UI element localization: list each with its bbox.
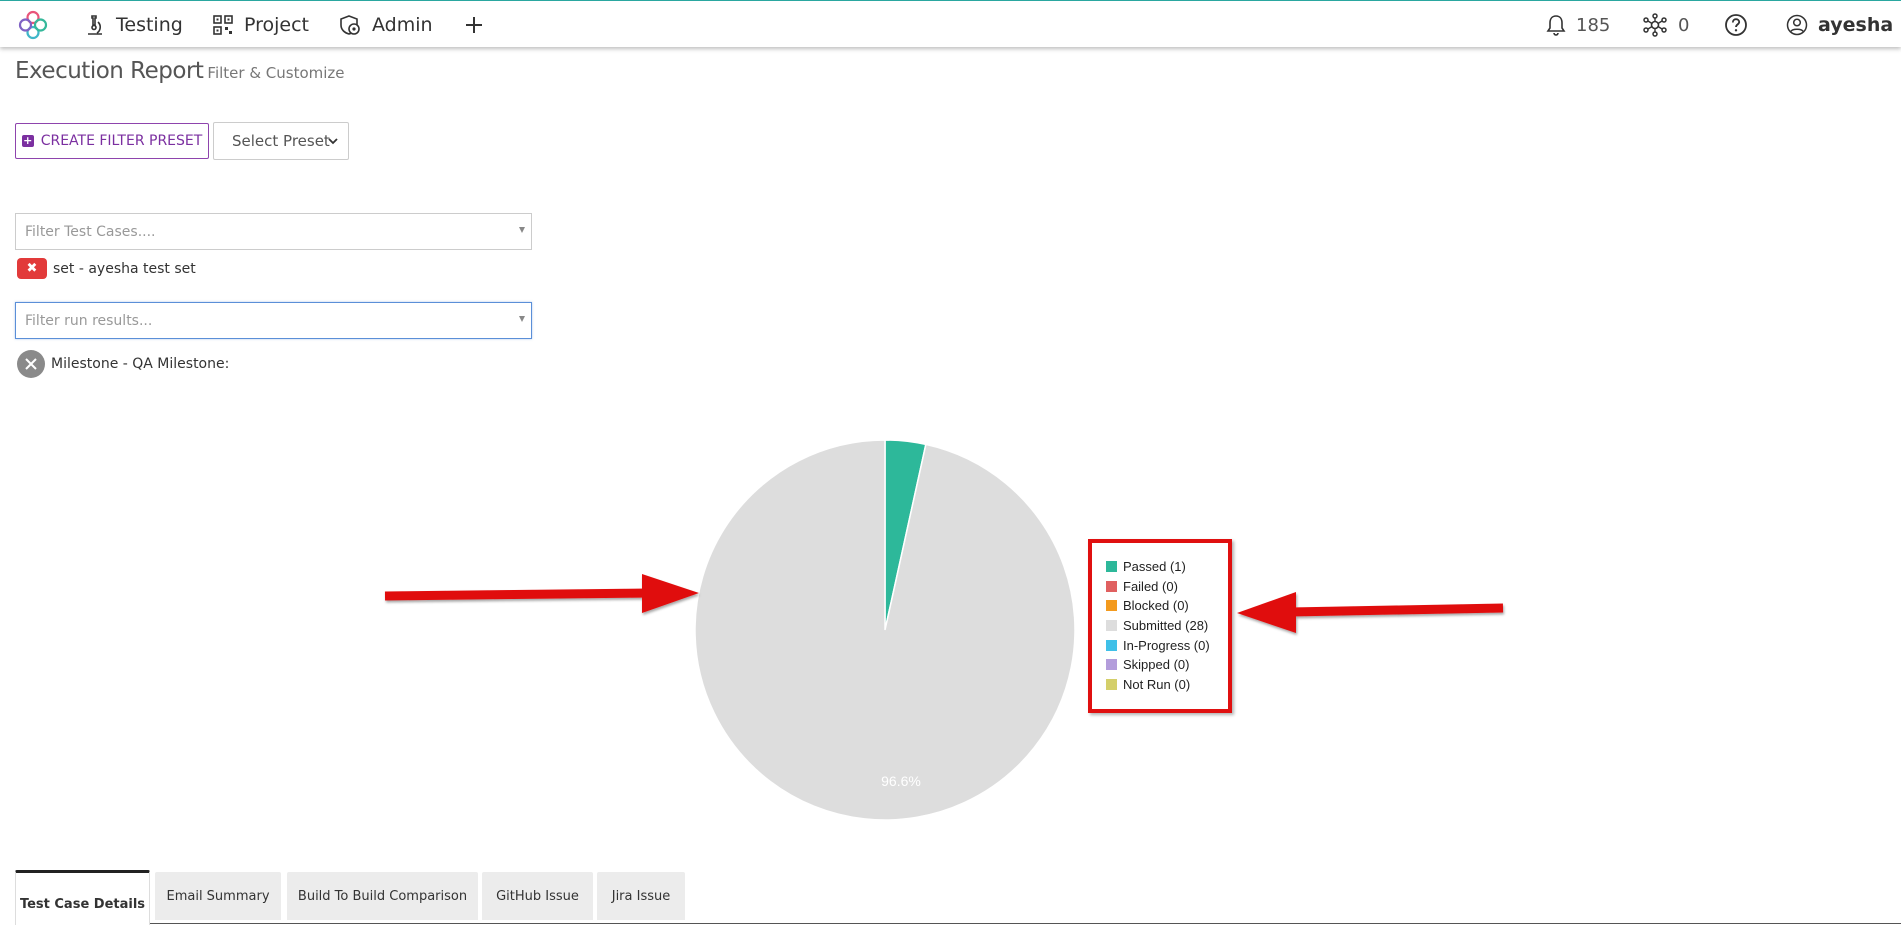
legend-label: In-Progress (0) bbox=[1123, 637, 1210, 653]
legend-label: Failed (0) bbox=[1123, 578, 1178, 594]
nav-admin[interactable]: Admin bbox=[338, 10, 433, 40]
annotation-arrow-right bbox=[1237, 592, 1504, 633]
tabs-baseline bbox=[150, 923, 1901, 924]
legend-item-in-progress[interactable]: In-Progress (0) bbox=[1106, 635, 1228, 655]
legend-item-submitted[interactable]: Submitted (28) bbox=[1106, 616, 1228, 636]
nav-project-label: Project bbox=[244, 14, 310, 36]
pie-slice-submitted[interactable] bbox=[694, 439, 1076, 821]
legend-swatch bbox=[1106, 639, 1117, 651]
legend-label: Skipped (0) bbox=[1123, 657, 1190, 673]
app-logo-icon[interactable] bbox=[17, 9, 49, 41]
notifications-button[interactable]: 185 bbox=[1546, 10, 1610, 40]
nav-project[interactable]: Project bbox=[212, 10, 309, 40]
tab-label: Jira Issue bbox=[611, 888, 671, 904]
legend-item-skipped[interactable]: Skipped (0) bbox=[1106, 655, 1228, 675]
chart-layer: 96.6% bbox=[384, 439, 1504, 821]
user-avatar-icon bbox=[1786, 14, 1808, 36]
legend-item-failed[interactable]: Failed (0) bbox=[1106, 577, 1228, 597]
tab-jira-issue[interactable]: Jira Issue bbox=[597, 872, 685, 920]
user-menu[interactable]: ayesha bbox=[1786, 10, 1893, 40]
tab-label: Email Summary bbox=[166, 888, 270, 904]
gear-shield-icon bbox=[340, 15, 360, 35]
chart-legend: Passed (1) Failed (0) Blocked (0) Submitted… bbox=[1088, 539, 1232, 713]
qr-grid-icon bbox=[213, 15, 233, 35]
legend-swatch bbox=[1106, 620, 1117, 632]
legend-swatch bbox=[1106, 561, 1117, 573]
annotation-arrow-left bbox=[384, 574, 699, 613]
legend-swatch bbox=[1106, 580, 1117, 592]
network-icon bbox=[1643, 13, 1667, 37]
bell-icon bbox=[1546, 15, 1566, 36]
nav-admin-label: Admin bbox=[372, 14, 433, 36]
tab-build-to-build-comparison[interactable]: Build To Build Comparison bbox=[287, 872, 478, 920]
network-button[interactable]: 0 bbox=[1642, 10, 1689, 40]
tab-github-issue[interactable]: GitHub Issue bbox=[482, 872, 593, 920]
user-name: ayesha bbox=[1818, 14, 1894, 36]
pie-slice-label: 96.6% bbox=[881, 773, 921, 789]
notifications-count: 185 bbox=[1576, 14, 1611, 36]
help-button[interactable] bbox=[1724, 10, 1758, 40]
legend-label: Blocked (0) bbox=[1123, 598, 1189, 614]
legend-swatch bbox=[1106, 678, 1117, 690]
top-navbar: Testing Project Admin 185 0 ayesha bbox=[0, 0, 1901, 47]
pie-chart bbox=[694, 439, 1076, 821]
plus-icon bbox=[466, 17, 482, 33]
legend-item-not-run[interactable]: Not Run (0) bbox=[1106, 675, 1228, 695]
microscope-icon bbox=[88, 15, 102, 35]
question-icon bbox=[1725, 14, 1747, 36]
tab-email-summary[interactable]: Email Summary bbox=[155, 872, 281, 920]
tab-label: Test Case Details bbox=[19, 896, 146, 912]
tab-test-case-details[interactable]: Test Case Details bbox=[15, 870, 150, 925]
legend-label: Submitted (28) bbox=[1123, 618, 1209, 634]
legend-swatch bbox=[1106, 600, 1117, 612]
network-count: 0 bbox=[1678, 14, 1690, 36]
legend-label: Not Run (0) bbox=[1123, 676, 1191, 692]
legend-item-blocked[interactable]: Blocked (0) bbox=[1106, 596, 1228, 616]
legend-item-passed[interactable]: Passed (1) bbox=[1106, 557, 1228, 577]
add-button[interactable] bbox=[464, 10, 494, 40]
tab-label: GitHub Issue bbox=[496, 888, 579, 904]
nav-testing[interactable]: Testing bbox=[84, 10, 183, 40]
legend-label: Passed (1) bbox=[1123, 559, 1186, 575]
nav-testing-label: Testing bbox=[116, 14, 183, 36]
legend-swatch bbox=[1106, 659, 1117, 671]
tab-label: Build To Build Comparison bbox=[297, 888, 468, 904]
report-tabs: Test Case Details Email Summary Build To… bbox=[15, 870, 1901, 928]
